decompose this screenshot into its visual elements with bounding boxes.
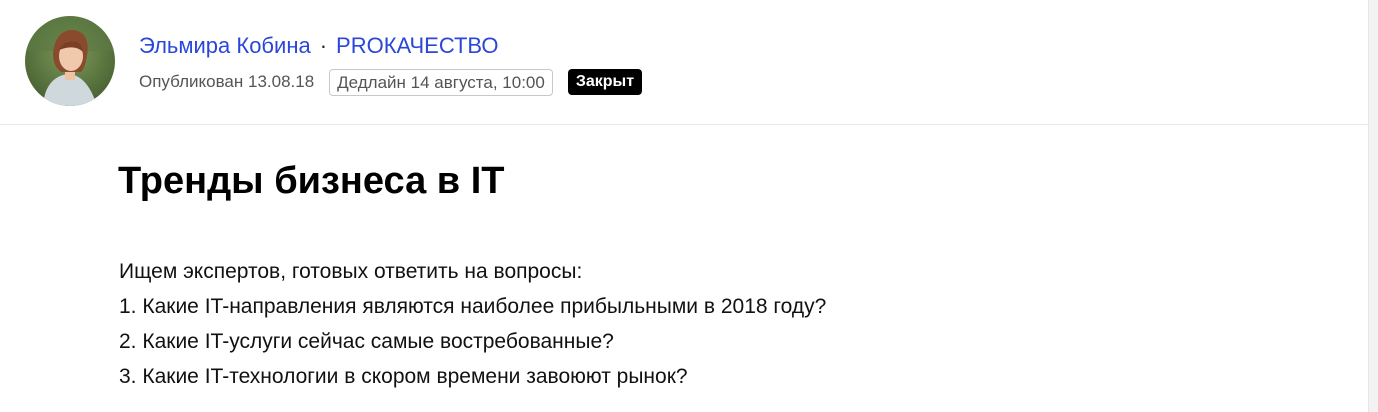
separator-dot: ·	[319, 33, 328, 58]
post-title: Тренды бизнеса в IT	[118, 160, 505, 202]
scrollbar-track[interactable]	[1369, 0, 1378, 412]
request-header: Эльмира Кобина · PROКАЧЕСТВО Опубликован…	[0, 0, 1369, 125]
meta-line: Опубликован 13.08.18 Дедлайн 14 августа,…	[139, 68, 643, 96]
published-date: Опубликован 13.08.18	[139, 72, 315, 91]
author-line: Эльмира Кобина · PROКАЧЕСТВО	[139, 32, 498, 60]
publication-link[interactable]: PROКАЧЕСТВО	[336, 33, 498, 59]
avatar[interactable]	[25, 16, 115, 106]
request-card: Эльмира Кобина · PROКАЧЕСТВО Опубликован…	[0, 0, 1369, 412]
body-line-question-1: 1. Какие IT-направления являются наиболе…	[119, 295, 827, 318]
body-line-question-3: 3. Какие IT-технологии в скором времени …	[119, 365, 688, 388]
status-badge: Закрыт	[567, 69, 643, 95]
post-body: Ищем экспертов, готовых ответить на вопр…	[119, 254, 826, 394]
body-line-intro: Ищем экспертов, готовых ответить на вопр…	[119, 260, 583, 283]
avatar-photo	[25, 16, 115, 106]
body-line-question-2: 2. Какие IT-услуги сейчас самые востребо…	[119, 330, 614, 353]
deadline-badge: Дедлайн 14 августа, 10:00	[329, 68, 553, 96]
author-name-link[interactable]: Эльмира Кобина	[139, 33, 311, 59]
